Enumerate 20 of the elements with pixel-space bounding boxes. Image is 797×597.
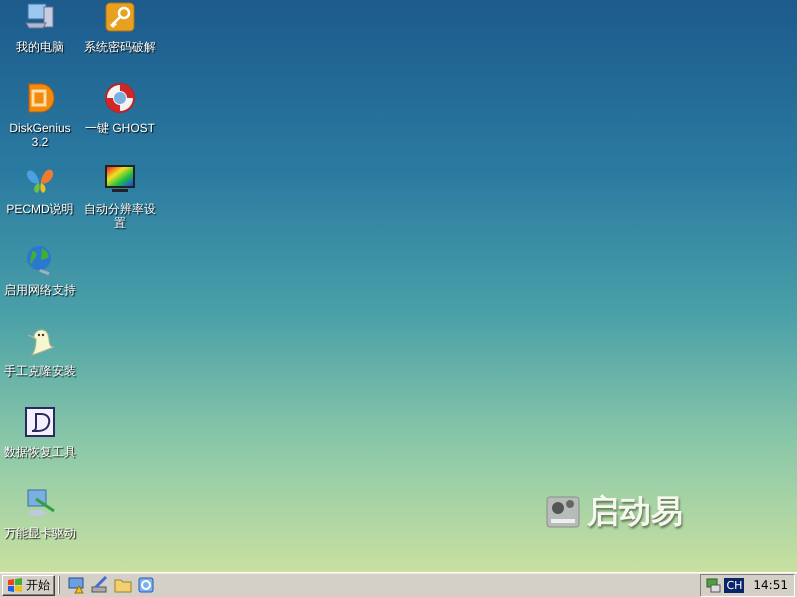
lifebuoy-icon [104, 82, 136, 114]
network-icon[interactable] [705, 577, 722, 593]
monitor-warning-icon[interactable] [68, 576, 86, 594]
windows-flag-icon [7, 577, 23, 593]
brush-icon[interactable] [91, 576, 109, 594]
language-indicator[interactable]: CH [724, 578, 744, 592]
desktop-icon-label[interactable]: DiskGenius 3.2 [0, 121, 80, 149]
desktop-icon-label[interactable]: 系统密码破解 [84, 40, 156, 54]
letter-d-icon [24, 406, 56, 438]
clock: 14:51 [752, 578, 788, 592]
monitor-icon [104, 163, 136, 195]
browser-icon[interactable] [137, 576, 155, 594]
key-icon [104, 1, 136, 33]
desktop-icon-label[interactable]: 一键 GHOST [84, 121, 155, 135]
desktop-icon-label[interactable]: 我的电脑 [16, 40, 64, 54]
wallpaper-logo-text: 启动易 [587, 491, 683, 532]
desktop-icon-label[interactable]: 自动分辨率设置 [80, 202, 160, 230]
desktop-icon-label[interactable]: PECMD说明 [6, 202, 74, 216]
desktop-icon-label[interactable]: 启用网络支持 [4, 283, 76, 297]
start-button[interactable]: 开始 [2, 574, 55, 596]
